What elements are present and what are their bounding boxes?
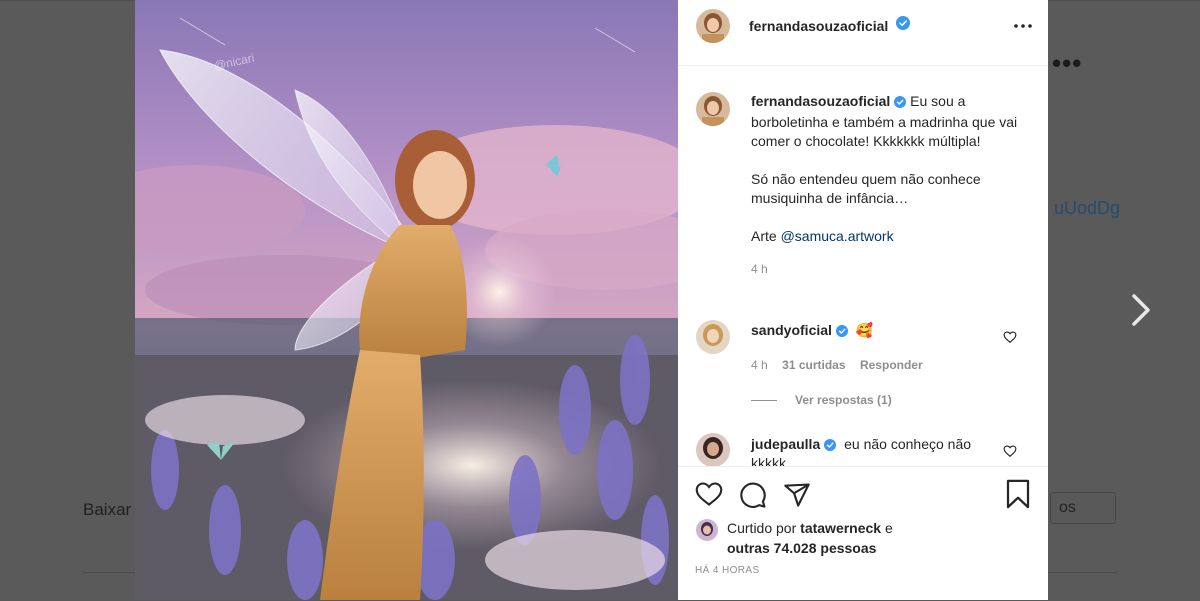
caption-time[interactable]: 4 h [751,260,1021,279]
post-image[interactable]: @nicari [135,0,678,600]
liked-by-middle: e [881,520,893,536]
background-more-icon: ••• [1052,48,1083,78]
more-options-icon[interactable] [1011,16,1035,36]
post-modal: @nicari fernandasouzaoficial fernandasou… [135,0,1048,600]
caption-mention-link[interactable]: @samuca.artwork [781,228,894,244]
liked-by-user[interactable]: tatawerneck [800,520,881,536]
verified-badge-icon [896,16,910,35]
comment-meta: 4 h 31 curtidas Responder [751,356,923,374]
view-replies-button[interactable]: Ver respostas (1) [795,393,892,407]
post-caption: fernandasouzaoficial Eu sou a borboletin… [751,92,1021,279]
comment-likes-count[interactable]: 31 curtidas [782,358,845,372]
comment-row: judepaulla eu não conheço não [751,436,971,454]
liked-by-summary: Curtido por tatawerneck e outras 74.028 … [727,518,893,558]
caption-credit-prefix: Arte [751,228,781,244]
share-paper-plane-icon[interactable] [783,481,811,514]
comment-time[interactable]: 4 h [751,358,768,372]
post-image-artwork: @nicari [135,0,678,600]
verified-badge-icon [835,324,848,340]
author-avatar[interactable] [696,9,730,43]
comment-text: eu não conheço não [844,436,972,452]
comment-row: sandyoficial 🥰 [751,322,873,340]
commenter-avatar[interactable] [696,320,730,354]
post-timestamp[interactable]: HÁ 4 HORAS [695,565,760,576]
next-post-arrow-icon[interactable] [1124,290,1158,330]
caption-username[interactable]: fernandasouzaoficial [751,93,890,109]
save-bookmark-icon[interactable] [1005,479,1031,514]
caption-author-avatar[interactable] [696,92,730,126]
comment-like-heart-icon[interactable] [1003,330,1017,344]
verified-badge-icon [894,94,907,113]
post-actions: Curtido por tatawerneck e outras 74.028 … [678,466,1048,601]
post-details-panel: fernandasouzaoficial fernandasouzaoficia… [678,0,1048,600]
commenter-avatar[interactable] [696,433,730,466]
background-input: os [1050,492,1116,524]
replies-divider [751,400,777,401]
background-code-fragment: uUodDg [1054,198,1121,218]
comment-username[interactable]: sandyoficial [751,322,832,338]
like-heart-icon[interactable] [695,481,723,512]
background-download-label: Baixar [83,500,132,519]
comment-reply-button[interactable]: Responder [860,358,923,372]
author-username[interactable]: fernandasouzaoficial [749,18,888,34]
comment-like-heart-icon[interactable] [1003,444,1017,458]
comments-scroll-area[interactable]: fernandasouzaoficial Eu sou a borboletin… [678,66,1048,466]
comment-text: 🥰 [855,322,874,338]
caption-text-line-2: Só não entendeu quem não conhece musiqui… [751,171,981,206]
liked-by-others[interactable]: outras 74.028 pessoas [727,540,876,556]
comment-bubble-icon[interactable] [739,481,767,514]
liker-avatar[interactable] [696,519,718,541]
post-header: fernandasouzaoficial [678,0,1048,66]
comment-text-partial: kkkkk [751,455,786,466]
verified-badge-icon [824,438,837,454]
liked-by-prefix: Curtido por [727,520,801,536]
comment-username[interactable]: judepaulla [751,436,820,452]
